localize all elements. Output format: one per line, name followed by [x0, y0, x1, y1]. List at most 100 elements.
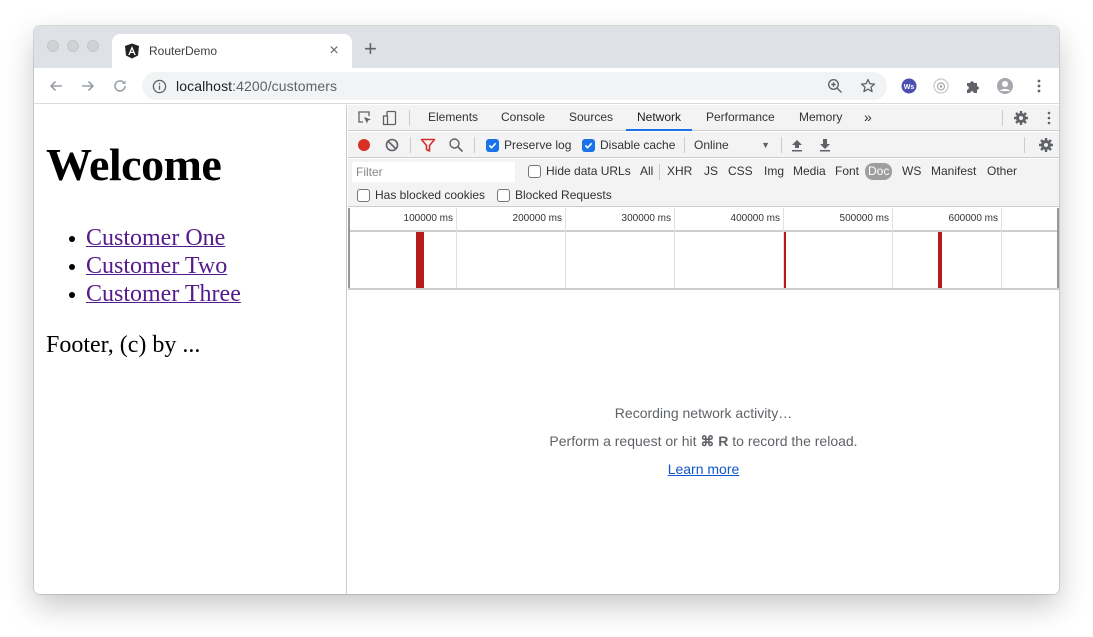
request-marker [422, 232, 424, 288]
page-viewport: Welcome Customer One Customer Two Custom… [34, 105, 347, 594]
filter-icon[interactable] [420, 137, 436, 153]
customer-list: Customer One Customer Two Customer Three [69, 224, 241, 308]
timeline-tick-label: 300000 ms [621, 213, 671, 224]
type-filter-ws[interactable]: WS [899, 163, 924, 180]
type-filter-media[interactable]: Media [790, 163, 829, 180]
window-zoom-button[interactable] [87, 40, 99, 52]
device-toolbar-icon[interactable] [382, 110, 398, 126]
record-button-icon[interactable] [356, 137, 372, 153]
timeline-tick-label: 400000 ms [730, 213, 780, 224]
tab-console[interactable]: Console [501, 105, 545, 131]
hide-data-urls-checkbox[interactable]: Hide data URLs [528, 164, 631, 178]
profile-avatar-icon[interactable] [996, 77, 1014, 95]
separator [410, 137, 411, 153]
separator [409, 110, 410, 126]
devtools-menu-icon[interactable] [1041, 110, 1057, 126]
tab-close-icon[interactable]: × [326, 43, 342, 59]
browser-tab[interactable]: RouterDemo × [112, 34, 352, 68]
url-text: localhost:4200/customers [176, 78, 338, 94]
timeline-gridline [892, 208, 893, 288]
window-close-button[interactable] [47, 40, 59, 52]
separator [781, 137, 782, 153]
back-arrow-icon[interactable] [45, 75, 67, 97]
customer-one-link[interactable]: Customer One [86, 225, 225, 251]
tab-title: RouterDemo [149, 44, 218, 58]
more-tabs-button[interactable]: » [864, 105, 872, 131]
type-filter-other[interactable]: Other [984, 163, 1020, 180]
type-filter-css[interactable]: CSS [725, 163, 756, 180]
has-blocked-cookies-checkbox[interactable]: Has blocked cookies [357, 188, 485, 202]
type-filter-all[interactable]: All [637, 163, 656, 180]
settings-gear-icon[interactable] [1013, 110, 1029, 126]
reload-hint: Perform a request or hit ⌘ R to record t… [549, 433, 858, 449]
network-settings-gear-icon[interactable] [1038, 137, 1054, 153]
tab-sources[interactable]: Sources [569, 105, 613, 131]
filter-input[interactable] [352, 162, 515, 182]
tab-memory[interactable]: Memory [799, 105, 842, 131]
checkbox-checked-icon [582, 138, 595, 152]
timeline-gridline [456, 208, 457, 288]
camera-extension-icon[interactable] [932, 77, 950, 95]
list-item: Customer Two [69, 252, 241, 280]
browser-window: RouterDemo × + localhost:4200/customers [34, 26, 1059, 594]
overview-left-handle[interactable] [348, 208, 350, 288]
blocked-requests-label: Blocked Requests [515, 188, 612, 202]
blocked-requests-checkbox[interactable]: Blocked Requests [497, 188, 612, 202]
checkbox-unchecked-icon [497, 188, 510, 202]
preserve-log-checkbox[interactable]: Preserve log [486, 138, 571, 152]
learn-more-link[interactable]: Learn more [668, 461, 740, 477]
throttling-select[interactable]: Online ▼ [694, 132, 774, 158]
separator [474, 137, 475, 153]
page-footer: Footer, (c) by ... [46, 332, 201, 358]
window-minimize-button[interactable] [67, 40, 79, 52]
browser-toolbar: localhost:4200/customers Ws [34, 68, 1059, 104]
network-overview-timeline[interactable]: 100000 ms 200000 ms 300000 ms 400000 ms 5000… [348, 208, 1059, 290]
network-toolbar: Preserve log Disable cache Online ▼ [348, 132, 1059, 158]
disable-cache-checkbox[interactable]: Disable cache [582, 138, 675, 152]
empty-state: Recording network activity… Perform a re… [348, 405, 1059, 489]
tab-elements[interactable]: Elements [428, 105, 478, 131]
address-bar[interactable]: localhost:4200/customers [142, 72, 887, 100]
type-filter-font[interactable]: Font [832, 163, 862, 180]
type-filter-xhr[interactable]: XHR [664, 163, 695, 180]
hide-data-urls-label: Hide data URLs [546, 164, 631, 178]
tab-network[interactable]: Network [626, 105, 693, 131]
type-filter-doc[interactable]: Doc [865, 163, 893, 180]
preserve-log-label: Preserve log [504, 138, 572, 152]
type-filter-manifest[interactable]: Manifest [928, 163, 979, 180]
kebab-menu-icon[interactable] [1030, 77, 1048, 95]
request-marker [784, 232, 786, 288]
recording-message: Recording network activity… [614, 405, 793, 421]
type-filter-img[interactable]: Img [761, 163, 787, 180]
inspect-element-icon[interactable] [357, 110, 373, 126]
import-har-icon[interactable] [789, 137, 805, 153]
list-item: Customer One [69, 224, 241, 252]
throttling-value: Online [694, 138, 729, 152]
puzzle-extensions-icon[interactable] [964, 77, 982, 95]
clear-icon[interactable] [384, 137, 400, 153]
timeline-tick-label: 100000 ms [403, 213, 453, 224]
customer-three-link[interactable]: Customer Three [86, 281, 241, 307]
separator [1002, 110, 1003, 126]
angular-icon [125, 43, 139, 59]
reload-icon[interactable] [109, 75, 131, 97]
bookmark-star-icon[interactable] [860, 78, 876, 94]
timeline-tick-label: 500000 ms [839, 213, 889, 224]
info-icon[interactable] [152, 79, 167, 94]
new-tab-button[interactable]: + [364, 38, 377, 60]
type-filter-js[interactable]: JS [701, 163, 721, 180]
export-har-icon[interactable] [817, 137, 833, 153]
search-icon[interactable] [448, 137, 464, 153]
separator [659, 164, 660, 180]
timeline-gridline [674, 208, 675, 288]
ws-extension-icon[interactable]: Ws [900, 77, 918, 95]
forward-arrow-icon[interactable] [77, 75, 99, 97]
overview-right-handle[interactable] [1057, 208, 1059, 288]
customer-two-link[interactable]: Customer Two [86, 253, 227, 279]
tab-performance[interactable]: Performance [706, 105, 775, 131]
separator [684, 137, 685, 153]
zoom-icon[interactable] [827, 78, 843, 94]
timeline-tick-label: 600000 ms [948, 213, 998, 224]
checkbox-unchecked-icon [528, 164, 541, 178]
timeline-gridline [565, 208, 566, 288]
